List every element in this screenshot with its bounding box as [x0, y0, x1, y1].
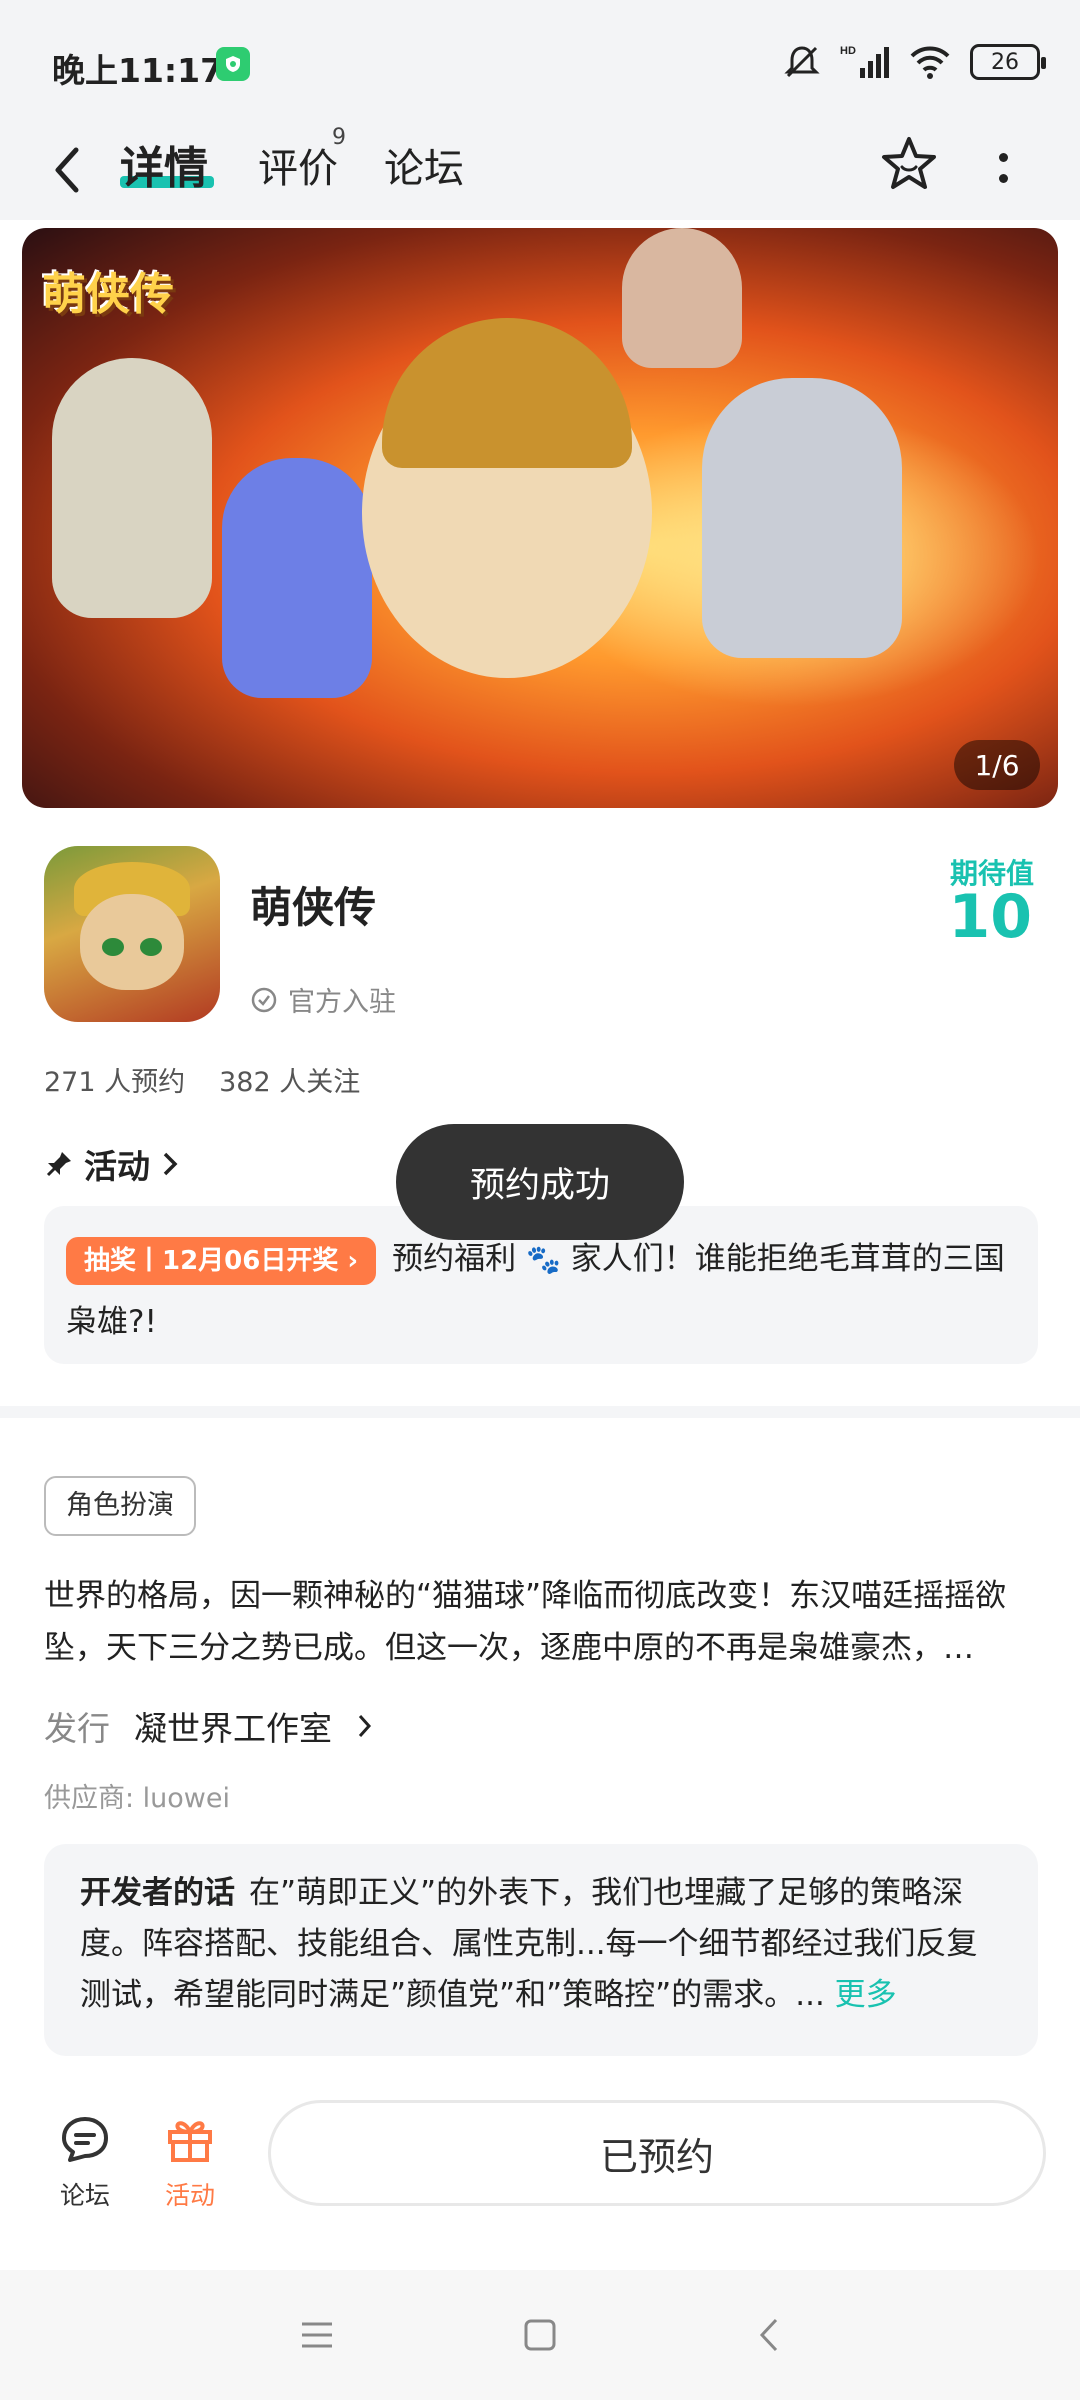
- bottom-action-bar: 论坛 活动 已预约: [0, 2080, 1080, 2270]
- official-label: 官方入驻: [288, 987, 396, 1018]
- mute-bell-icon: [784, 46, 820, 78]
- back-arrow-icon: [55, 147, 79, 193]
- gift-icon: [168, 2121, 212, 2162]
- activity-button[interactable]: 活动: [145, 2110, 235, 2212]
- shield-icon: [216, 47, 250, 81]
- chat-bubble-icon: [62, 2117, 108, 2162]
- back-button[interactable]: [52, 142, 92, 198]
- publisher-name: 凝世界工作室: [134, 1709, 332, 1748]
- status-time: 晚上11:17: [52, 51, 224, 90]
- check-circle-icon: [251, 987, 277, 1012]
- menu-icon[interactable]: [292, 2310, 342, 2360]
- star-face-icon: [882, 137, 936, 189]
- banner-character: [382, 318, 632, 468]
- home-icon[interactable]: [515, 2310, 565, 2360]
- chevron-right-icon: [358, 1714, 372, 1738]
- expect-value: 10: [948, 882, 1033, 952]
- system-nav-bar: [0, 2270, 1080, 2400]
- top-nav: 详情 评价 9 论坛: [0, 120, 1080, 220]
- game-description[interactable]: 世界的格局，因一颗神秘的“猫猫球”降临而彻底改变！东汉喵廷摇摇欲坠，天下三分之势…: [44, 1570, 1042, 1674]
- banner-logo: 萌侠传: [42, 269, 174, 320]
- tab-details[interactable]: 详情: [120, 132, 208, 196]
- banner-character: [222, 458, 372, 698]
- section-divider: [0, 1406, 1080, 1418]
- follower-count: 382 人关注: [219, 1067, 361, 1098]
- reservation-count: 271 人预约: [44, 1067, 186, 1098]
- reserved-button[interactable]: 已预约: [268, 2100, 1046, 2206]
- lottery-tag[interactable]: 抽奖丨12月06日开奖 ›: [66, 1236, 377, 1285]
- app-title: 萌侠传: [250, 883, 377, 932]
- reviews-count-badge: 9: [332, 125, 346, 150]
- pin-icon: [46, 1152, 71, 1177]
- back-nav-icon[interactable]: [745, 2310, 795, 2360]
- publisher-row[interactable]: 发行 凝世界工作室: [44, 1702, 374, 1750]
- battery-icon: 26: [970, 44, 1046, 80]
- activity-section-header[interactable]: 活动: [44, 1140, 180, 1188]
- banner-character: [702, 378, 902, 658]
- app-icon: [44, 846, 220, 1022]
- forum-label: 论坛: [59, 2181, 110, 2210]
- stats-row: 271 人预约 382 人关注: [44, 1060, 360, 1099]
- status-icons: HD 26: [782, 42, 1046, 82]
- banner-character: [52, 358, 212, 618]
- publisher-label: 发行: [44, 1709, 110, 1748]
- signal-icon: HD: [840, 45, 889, 78]
- developer-note-card[interactable]: 开发者的话 在”萌即正义”的外表下，我们也埋藏了足够的策略深度。阵容搭配、技能组合…: [44, 1844, 1038, 2056]
- banner-carousel[interactable]: 萌侠传 1/6: [22, 228, 1058, 808]
- chevron-right-icon: [163, 1152, 178, 1176]
- developer-note-title: 开发者的话: [80, 1875, 235, 1911]
- toast-message: 预约成功: [396, 1124, 684, 1240]
- banner-character: [622, 228, 742, 368]
- svg-text:HD: HD: [840, 45, 856, 57]
- activity-heading: 活动: [84, 1147, 150, 1186]
- paw-icon: 🐾: [526, 1243, 561, 1276]
- favorite-button[interactable]: [878, 134, 940, 196]
- status-bar: 晚上11:17 HD 26: [0, 0, 1080, 120]
- genre-tag[interactable]: 角色扮演: [44, 1476, 196, 1536]
- tab-forum[interactable]: 论坛: [384, 136, 464, 194]
- activity-label: 活动: [164, 2181, 215, 2210]
- more-link[interactable]: 更多: [835, 1977, 897, 2013]
- tab-reviews[interactable]: 评价: [258, 136, 338, 194]
- forum-button[interactable]: 论坛: [40, 2110, 130, 2212]
- wifi-icon: [910, 46, 950, 79]
- banner-counter: 1/6: [954, 740, 1040, 790]
- activity-text-before: 预约福利: [392, 1241, 517, 1277]
- more-menu-button[interactable]: [988, 140, 1018, 196]
- official-badge: 官方入驻: [250, 980, 396, 1019]
- supplier-text: 供应商: luowei: [44, 1783, 231, 1814]
